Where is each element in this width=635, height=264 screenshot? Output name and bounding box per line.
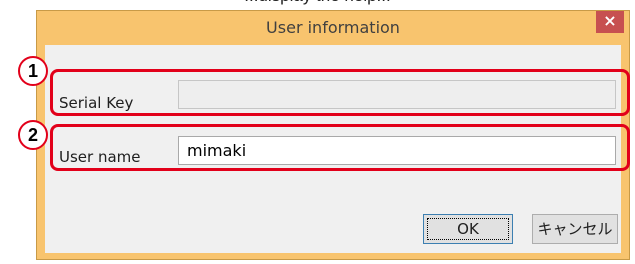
callout-marker-2: 2: [18, 120, 48, 150]
focus-rectangle: [427, 218, 509, 240]
ok-button[interactable]: OK: [423, 214, 513, 244]
clipped-help-text: ...display the help...: [0, 0, 635, 8]
dialog-titlebar: User information ×: [37, 11, 629, 45]
cancel-button[interactable]: キャンセル: [532, 214, 618, 244]
callout-marker-1: 1: [18, 56, 48, 86]
cancel-button-label: キャンセル: [537, 220, 613, 238]
close-button[interactable]: ×: [596, 11, 624, 33]
close-icon: ×: [603, 11, 617, 30]
highlight-user-name-row: [50, 124, 630, 171]
dialog-title: User information: [266, 18, 400, 37]
highlight-serial-key-row: [50, 69, 630, 116]
